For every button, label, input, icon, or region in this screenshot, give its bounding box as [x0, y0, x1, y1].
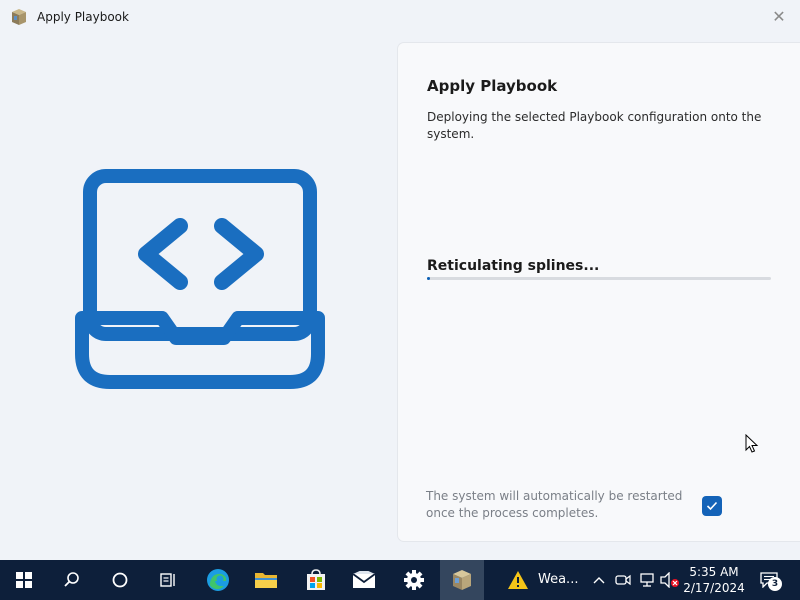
network-icon — [640, 573, 654, 587]
chevron-up-icon — [593, 577, 605, 584]
mouse-cursor-icon — [745, 434, 759, 453]
weather-warning-icon — [508, 571, 528, 589]
restart-checkbox[interactable] — [702, 496, 722, 516]
search-button[interactable] — [50, 560, 94, 600]
search-icon — [64, 572, 79, 587]
start-button[interactable] — [2, 560, 46, 600]
window-title: Apply Playbook — [37, 10, 129, 24]
task-view-button[interactable] — [146, 560, 190, 600]
volume-button[interactable] — [658, 560, 682, 600]
edge-button[interactable] — [196, 560, 240, 600]
apply-playbook-window: Apply Playbook ✕ Apply Playbook Deployin… — [0, 0, 800, 560]
progress-fill — [427, 277, 431, 280]
clock[interactable]: 5:35 AM 2/17/2024 — [680, 564, 748, 596]
settings-icon — [404, 570, 424, 590]
weather-widget[interactable] — [496, 560, 540, 600]
cortana-icon — [112, 572, 128, 588]
close-icon: ✕ — [772, 6, 786, 26]
cortana-button[interactable] — [98, 560, 142, 600]
network-button[interactable] — [636, 560, 658, 600]
checkmark-icon — [706, 501, 718, 511]
store-button[interactable] — [294, 560, 338, 600]
clock-date: 2/17/2024 — [683, 581, 745, 595]
edge-icon — [207, 569, 229, 591]
taskbar: Wea... 5:35 AM 2/17/2024 — [0, 560, 800, 600]
laptop-code-icon — [75, 169, 325, 389]
task-view-icon — [160, 573, 175, 587]
store-icon — [307, 569, 325, 590]
close-button[interactable]: ✕ — [764, 2, 794, 30]
progress-bar — [427, 277, 771, 280]
file-explorer-button[interactable] — [244, 560, 288, 600]
mail-button[interactable] — [342, 560, 386, 600]
playbook-app-icon — [453, 570, 471, 590]
progress-status: Reticulating splines... — [427, 258, 600, 274]
title-bar[interactable]: Apply Playbook ✕ — [0, 0, 800, 34]
content-panel: Apply Playbook Deploying the selected Pl… — [397, 42, 800, 542]
weather-label[interactable]: Wea... — [538, 572, 578, 587]
file-explorer-icon — [255, 573, 277, 588]
meet-now-button[interactable] — [612, 560, 634, 600]
playbook-taskbar-button[interactable] — [440, 560, 484, 600]
restart-note: The system will automatically be restart… — [426, 489, 683, 520]
app-icon — [12, 9, 26, 25]
windows-start-icon — [16, 572, 32, 588]
notification-count-badge: 3 — [768, 577, 782, 591]
settings-button[interactable] — [392, 560, 436, 600]
clock-time: 5:35 AM — [689, 565, 739, 579]
volume-muted-icon — [660, 572, 679, 588]
page-description: Deploying the selected Playbook configur… — [427, 110, 762, 141]
camera-icon — [615, 574, 631, 586]
show-hidden-icons-button[interactable] — [588, 560, 610, 600]
page-title: Apply Playbook — [427, 77, 558, 95]
mail-icon — [352, 571, 376, 588]
